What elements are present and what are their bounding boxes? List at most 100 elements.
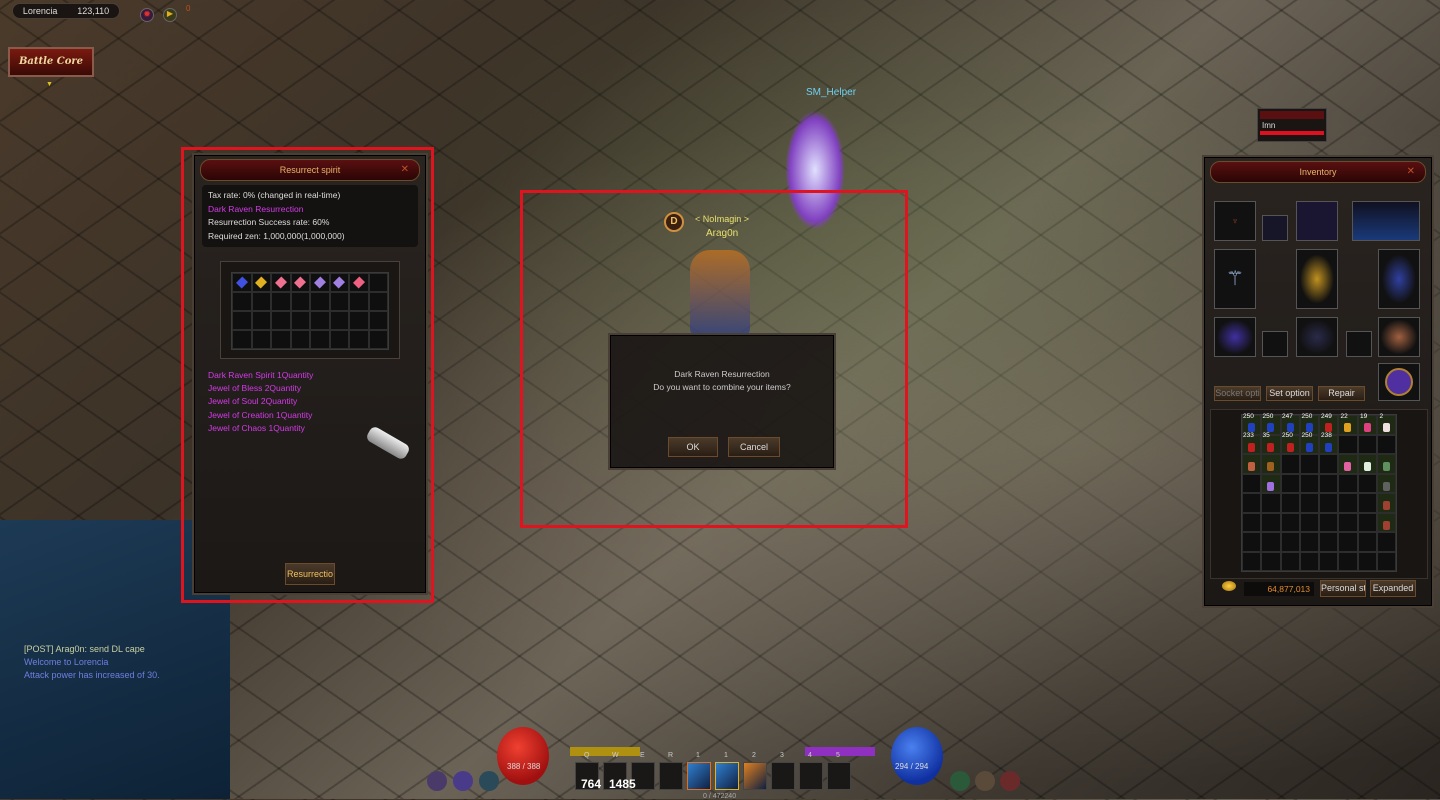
inventory-slot[interactable] — [1299, 493, 1319, 513]
combine-slot[interactable] — [290, 292, 310, 311]
inventory-slot[interactable] — [1338, 512, 1358, 532]
inventory-slot[interactable] — [1242, 454, 1262, 474]
expanded-inventory-button[interactable]: Expanded — [1370, 580, 1416, 597]
inventory-slot[interactable] — [1376, 493, 1396, 513]
ok-button[interactable]: OK — [668, 437, 718, 457]
combine-slot[interactable] — [232, 330, 252, 349]
inventory-slot[interactable] — [1338, 454, 1358, 474]
pendant-slot[interactable] — [1262, 215, 1288, 241]
inventory-slot[interactable] — [1299, 532, 1319, 552]
combine-slot[interactable] — [349, 311, 369, 330]
inventory-slot[interactable] — [1242, 493, 1262, 513]
combine-slot[interactable] — [349, 330, 369, 349]
close-icon[interactable]: ✕ — [1407, 162, 1415, 182]
inventory-slot[interactable] — [1242, 551, 1262, 571]
inventory-slot[interactable] — [1242, 532, 1262, 552]
inventory-slot[interactable] — [1261, 473, 1281, 493]
inventory-slot[interactable] — [1338, 551, 1358, 571]
inventory-slot[interactable] — [1376, 551, 1396, 571]
cancel-button[interactable]: Cancel — [728, 437, 780, 457]
helper-name[interactable]: SM_Helper — [806, 87, 856, 98]
set-option-button[interactable]: Set option — [1266, 386, 1313, 401]
inventory-slot[interactable] — [1338, 493, 1358, 513]
inventory-slot[interactable] — [1280, 493, 1300, 513]
weapon-slot[interactable]: ⚚ — [1214, 249, 1256, 309]
gloves-slot[interactable] — [1214, 317, 1256, 357]
inventory-slot[interactable] — [1376, 473, 1396, 493]
inventory-slot[interactable] — [1357, 512, 1377, 532]
combine-slot[interactable] — [310, 292, 330, 311]
inventory-slot[interactable] — [1299, 551, 1319, 571]
combine-slot[interactable] — [251, 330, 271, 349]
boots-slot[interactable] — [1378, 317, 1420, 357]
combine-slot[interactable] — [290, 330, 310, 349]
close-icon[interactable]: ✕ — [401, 160, 409, 180]
wings-slot[interactable] — [1296, 201, 1338, 241]
inventory-slot[interactable] — [1261, 493, 1281, 513]
combine-slot[interactable] — [251, 311, 271, 330]
combine-slot[interactable] — [271, 273, 291, 292]
combine-slot[interactable] — [349, 292, 369, 311]
hotbar-slot[interactable]: 5 — [827, 752, 851, 790]
inventory-slot[interactable] — [1319, 551, 1339, 571]
inventory-slot[interactable] — [1338, 532, 1358, 552]
helm-slot[interactable]: ♆ — [1214, 201, 1256, 241]
combine-slot[interactable] — [329, 292, 349, 311]
combine-slot[interactable] — [368, 273, 388, 292]
inventory-slot[interactable] — [1242, 512, 1262, 532]
shield-slot[interactable] — [1378, 249, 1420, 309]
ring-right-slot[interactable] — [1346, 331, 1372, 357]
combine-slot[interactable] — [349, 273, 369, 292]
menu-icon-2[interactable] — [453, 771, 473, 791]
hotbar-slot[interactable]: R — [659, 752, 683, 790]
cape-slot[interactable] — [1352, 201, 1420, 241]
hotbar-slot[interactable]: 2 — [743, 752, 767, 790]
combine-slot[interactable] — [271, 292, 291, 311]
menu-icon-1[interactable] — [427, 771, 447, 791]
inventory-slot[interactable] — [1357, 454, 1377, 474]
inventory-slot[interactable] — [1261, 551, 1281, 571]
hotbar-slot[interactable]: 1 — [687, 752, 711, 790]
armor-slot[interactable] — [1296, 249, 1338, 309]
inventory-slot[interactable] — [1376, 532, 1396, 552]
inventory-slot[interactable] — [1299, 512, 1319, 532]
resurrection-button[interactable]: Resurrectio — [285, 563, 335, 585]
inventory-slot[interactable] — [1319, 532, 1339, 552]
combine-slot[interactable] — [271, 330, 291, 349]
combine-slot[interactable] — [329, 311, 349, 330]
menu-icon-5[interactable] — [975, 771, 995, 791]
combine-slot[interactable] — [251, 292, 271, 311]
inventory-slot[interactable] — [1280, 532, 1300, 552]
inventory-slot[interactable] — [1261, 532, 1281, 552]
inventory-slot[interactable] — [1357, 473, 1377, 493]
combine-slot[interactable] — [368, 311, 388, 330]
combine-slot[interactable] — [251, 273, 271, 292]
inventory-slot[interactable] — [1357, 532, 1377, 552]
inventory-slot[interactable] — [1280, 512, 1300, 532]
combine-slot[interactable] — [232, 311, 252, 330]
inventory-slot[interactable] — [1376, 454, 1396, 474]
chevron-down-icon[interactable]: ▼ — [46, 81, 53, 88]
menu-icon-4[interactable] — [950, 771, 970, 791]
menu-icon-6[interactable] — [1000, 771, 1020, 791]
combine-slot[interactable] — [329, 273, 349, 292]
inventory-slot[interactable] — [1280, 454, 1300, 474]
combine-slot[interactable] — [310, 330, 330, 349]
inventory-slot[interactable] — [1280, 473, 1300, 493]
book-slot[interactable] — [1378, 363, 1420, 401]
inventory-slot[interactable] — [1242, 473, 1262, 493]
inventory-slot[interactable] — [1261, 454, 1281, 474]
repair-button[interactable]: Repair — [1318, 386, 1365, 401]
play-icon[interactable]: ▶ — [163, 8, 177, 22]
menu-icon-3[interactable] — [479, 771, 499, 791]
hotbar-slot[interactable]: 1 — [715, 752, 739, 790]
pants-slot[interactable] — [1296, 317, 1338, 357]
inventory-slot[interactable] — [1280, 551, 1300, 571]
inventory-slot[interactable] — [1357, 551, 1377, 571]
combine-slot[interactable] — [329, 330, 349, 349]
combine-slot[interactable] — [271, 311, 291, 330]
inventory-slot[interactable] — [1376, 512, 1396, 532]
inventory-slot[interactable] — [1357, 493, 1377, 513]
inventory-slot[interactable] — [1261, 512, 1281, 532]
personal-store-button[interactable]: Personal st — [1320, 580, 1366, 597]
